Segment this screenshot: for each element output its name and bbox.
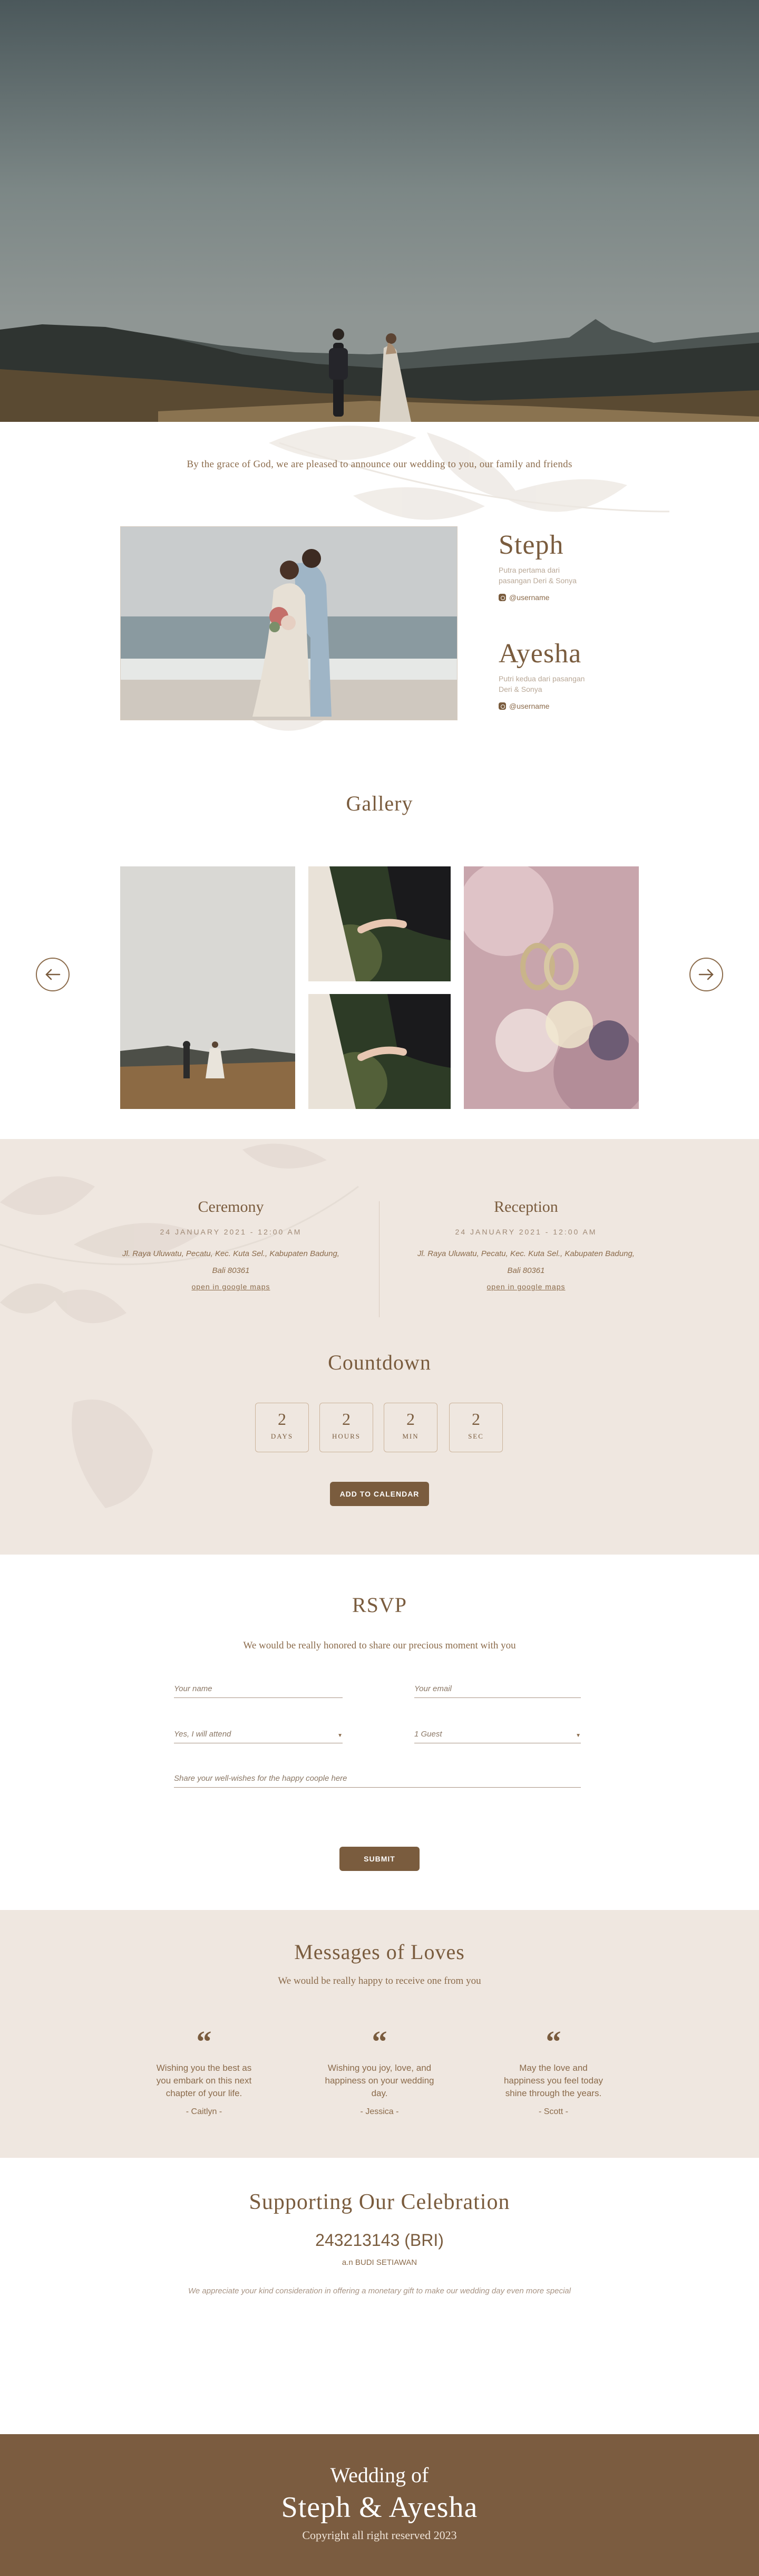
gift-section: Supporting Our Celebration 243213143 (BR… bbox=[0, 2158, 759, 2434]
countdown-days-label: DAYS bbox=[270, 1432, 294, 1440]
announcement-text: By the grace of God, we are pleased to a… bbox=[187, 459, 572, 470]
instagram-icon bbox=[499, 594, 506, 601]
arrow-right-icon bbox=[698, 969, 714, 980]
reception-date: 24 JANUARY 2021 - 12:00 AM bbox=[455, 1228, 597, 1236]
events-section: Ceremony 24 JANUARY 2021 - 12:00 AM Jl. … bbox=[0, 1139, 759, 1555]
countdown-hours: 2 HOURS bbox=[319, 1403, 373, 1452]
groom-instagram-link[interactable]: @username bbox=[499, 593, 593, 602]
gallery-image-2[interactable] bbox=[308, 866, 451, 981]
gallery-image-3[interactable] bbox=[308, 994, 451, 1109]
quote-icon: “ bbox=[372, 2024, 387, 2059]
bank-account-number[interactable]: 243213143 (BRI) bbox=[0, 2231, 759, 2250]
groom-instagram-handle: @username bbox=[509, 593, 550, 602]
message-card: “ Wishing you the best as you embark on … bbox=[149, 2024, 259, 2117]
message-text: Wishing you the best as you embark on th… bbox=[156, 2063, 252, 2098]
gallery-image-4[interactable] bbox=[464, 866, 639, 1109]
footer-copyright: Copyright all right reserved 2023 bbox=[302, 2529, 457, 2542]
ceremony-block: Ceremony 24 JANUARY 2021 - 12:00 AM Jl. … bbox=[115, 1198, 347, 1292]
gallery-next-button[interactable] bbox=[689, 958, 723, 991]
footer-couple-names: Steph & Ayesha bbox=[281, 2491, 478, 2524]
gift-note: We appreciate your kind consideration in… bbox=[188, 2286, 571, 2295]
guests-select[interactable]: 1 Guest ▼ bbox=[414, 1722, 581, 1743]
countdown-title: Countdown bbox=[328, 1350, 431, 1374]
bride-instagram-handle: @username bbox=[509, 702, 550, 710]
countdown-hours-value: 2 bbox=[342, 1410, 351, 1429]
bride-instagram-link[interactable]: @username bbox=[499, 702, 593, 710]
attendance-value: Yes, I will attend bbox=[174, 1730, 231, 1739]
rsvp-section: RSVP We would be really honored to share… bbox=[0, 1555, 759, 1910]
hero-photo bbox=[0, 0, 759, 422]
wishes-input[interactable] bbox=[174, 1774, 581, 1783]
email-field[interactable] bbox=[414, 1677, 581, 1698]
reception-address: Jl. Raya Uluwatu, Pecatu, Kec. Kuta Sel.… bbox=[417, 1249, 635, 1275]
arrow-left-icon bbox=[45, 969, 61, 980]
ceremony-title: Ceremony bbox=[198, 1198, 264, 1215]
couple-photo bbox=[120, 526, 458, 720]
ceremony-date: 24 JANUARY 2021 - 12:00 AM bbox=[160, 1228, 302, 1236]
message-author: - Caitlyn - bbox=[186, 2107, 222, 2116]
message-text: Wishing you joy, love, and happiness on … bbox=[325, 2063, 434, 2098]
ceremony-map-link[interactable]: open in google maps bbox=[192, 1282, 270, 1291]
countdown-sec-label: SEC bbox=[468, 1432, 484, 1440]
quote-icon: “ bbox=[546, 2024, 561, 2059]
gallery-prev-button[interactable] bbox=[36, 958, 70, 991]
message-card: “ Wishing you joy, love, and happiness o… bbox=[324, 2024, 435, 2117]
reception-title: Reception bbox=[494, 1198, 558, 1215]
add-to-calendar-button[interactable]: ADD TO CALENDAR bbox=[330, 1482, 429, 1506]
wishes-field[interactable] bbox=[174, 1767, 581, 1788]
couple-intro-section: By the grace of God, we are pleased to a… bbox=[0, 422, 759, 749]
submit-button[interactable]: SUBMIT bbox=[339, 1847, 420, 1871]
messages-section: Messages of Loves We would be really hap… bbox=[0, 1910, 759, 2158]
bride-card: Ayesha Putri kedua dari pasangan Deri & … bbox=[499, 638, 593, 710]
countdown-days: 2 DAYS bbox=[255, 1403, 309, 1452]
footer: Wedding of Steph & Ayesha Copyright all … bbox=[0, 2434, 759, 2576]
groom-card: Steph Putra pertama dari pasangan Deri &… bbox=[499, 529, 593, 602]
attendance-select[interactable]: Yes, I will attend ▼ bbox=[174, 1722, 343, 1743]
hero-banner bbox=[0, 0, 759, 422]
messages-title: Messages of Loves bbox=[294, 1940, 465, 1964]
message-author: - Scott - bbox=[538, 2107, 568, 2116]
countdown-min: 2 MIN bbox=[384, 1403, 437, 1452]
name-input[interactable] bbox=[174, 1684, 343, 1693]
countdown-sec-value: 2 bbox=[472, 1410, 480, 1429]
footer-wedding-of: Wedding of bbox=[330, 2463, 429, 2487]
message-card: “ May the love and happiness you feel to… bbox=[498, 2024, 609, 2117]
countdown-sec: 2 SEC bbox=[449, 1403, 503, 1452]
support-title: Supporting Our Celebration bbox=[249, 2190, 510, 2214]
message-author: - Jessica - bbox=[360, 2107, 399, 2116]
countdown-min-label: MIN bbox=[402, 1432, 419, 1440]
bride-parents: Putri kedua dari pasangan Deri & Sonya bbox=[499, 674, 585, 693]
countdown-hours-label: HOURS bbox=[332, 1432, 361, 1440]
message-text: May the love and happiness you feel toda… bbox=[503, 2063, 604, 2098]
guests-value: 1 Guest bbox=[414, 1730, 442, 1739]
gallery-title: Gallery bbox=[346, 792, 413, 815]
groom-name: Steph bbox=[499, 530, 564, 560]
events-divider bbox=[379, 1201, 380, 1317]
bride-name: Ayesha bbox=[499, 639, 582, 669]
name-field[interactable] bbox=[174, 1677, 343, 1698]
chevron-down-icon: ▼ bbox=[337, 1733, 343, 1739]
email-input[interactable] bbox=[414, 1684, 581, 1693]
gallery-section: Gallery bbox=[0, 749, 759, 1139]
quote-icon: “ bbox=[196, 2024, 212, 2059]
countdown-min-value: 2 bbox=[406, 1410, 415, 1429]
groom-parents: Putra pertama dari pasangan Deri & Sonya bbox=[499, 566, 577, 585]
chevron-down-icon: ▼ bbox=[576, 1733, 581, 1739]
reception-block: Reception 24 JANUARY 2021 - 12:00 AM Jl.… bbox=[410, 1198, 642, 1292]
countdown-days-value: 2 bbox=[278, 1410, 286, 1429]
messages-subtitle: We would be really happy to receive one … bbox=[278, 1975, 481, 1986]
reception-map-link[interactable]: open in google maps bbox=[487, 1282, 566, 1291]
account-holder: a.n BUDI SETIAWAN bbox=[342, 2258, 417, 2267]
rsvp-subtitle: We would be really honored to share our … bbox=[243, 1640, 516, 1651]
ceremony-address: Jl. Raya Uluwatu, Pecatu, Kec. Kuta Sel.… bbox=[122, 1249, 339, 1275]
instagram-icon bbox=[499, 702, 506, 710]
gallery-image-1[interactable] bbox=[120, 866, 295, 1109]
rsvp-title: RSVP bbox=[352, 1593, 407, 1617]
